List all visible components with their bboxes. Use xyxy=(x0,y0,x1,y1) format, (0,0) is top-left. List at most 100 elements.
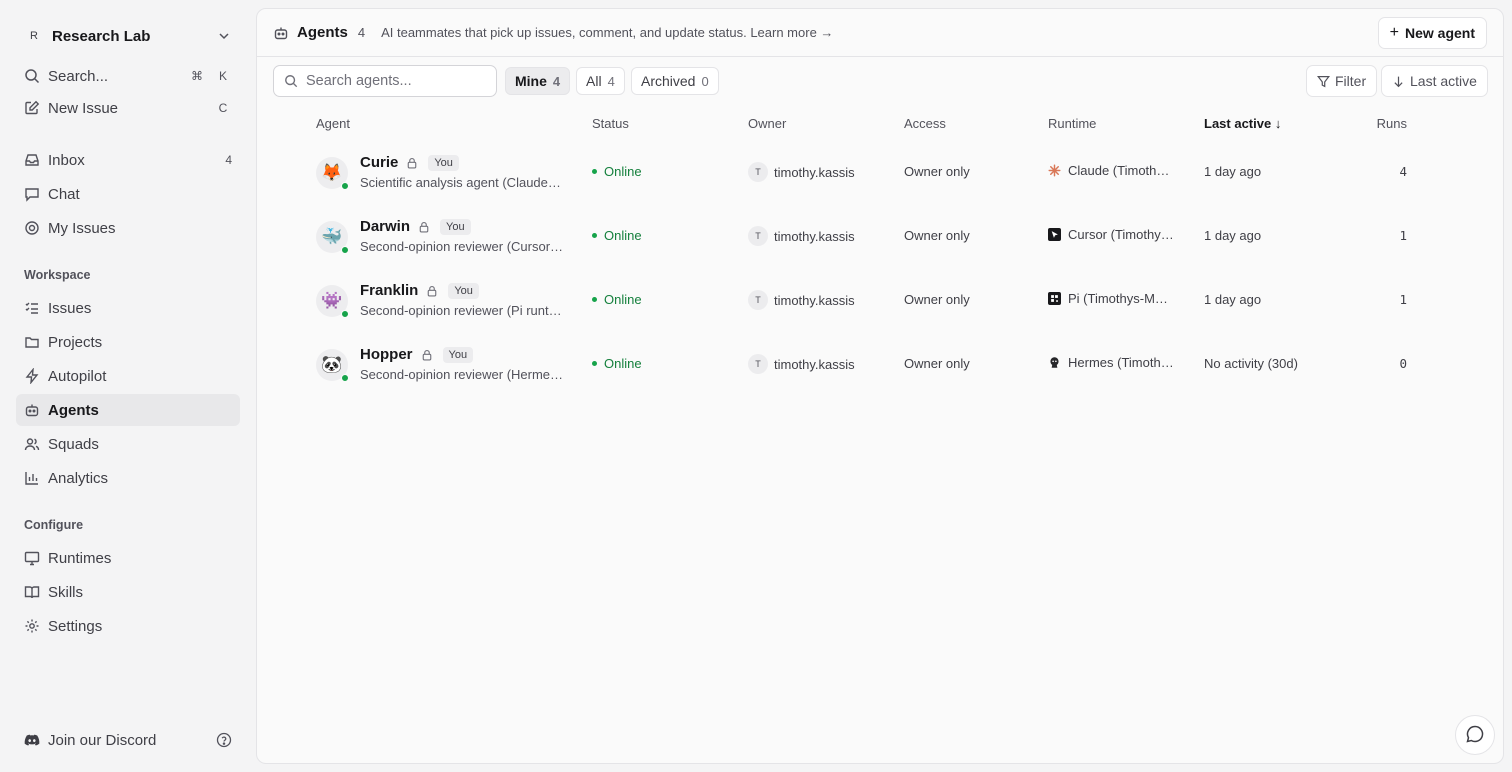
online-dot xyxy=(341,374,349,382)
book-icon xyxy=(24,584,40,600)
page-description[interactable]: AI teammates that pick up issues, commen… xyxy=(381,25,833,40)
owner-cell: Ttimothy.kassis xyxy=(748,290,855,310)
search-button[interactable]: Search... ⌘ K xyxy=(16,60,240,92)
new-agent-label: New agent xyxy=(1404,25,1475,41)
runtime-name: Hermes (Timothys-MacBook) xyxy=(1068,355,1175,370)
edit-icon xyxy=(24,100,40,116)
access-cell: Owner only xyxy=(904,292,970,307)
sidebar-item-squads[interactable]: Squads xyxy=(16,428,240,460)
sidebar-item-label: Issues xyxy=(48,299,92,317)
inbox-count: 4 xyxy=(225,153,232,167)
you-badge: You xyxy=(442,346,474,363)
agent-name: Hopper xyxy=(360,346,413,363)
access-cell: Owner only xyxy=(904,228,970,243)
page-header: Agents 4 AI teammates that pick up issue… xyxy=(257,9,1503,57)
agent-avatar: 🦊 xyxy=(316,157,349,190)
status-dot xyxy=(592,233,597,238)
table-row[interactable]: 🐼 Hopper You Second-opinion reviewer (Her… xyxy=(257,332,1503,396)
filter-tab-mine[interactable]: Mine 4 xyxy=(505,67,571,95)
list-icon xyxy=(24,300,40,316)
runtime-cell: Cursor (Timothys-MacBook) xyxy=(1048,227,1175,242)
tab-label: All xyxy=(586,73,602,89)
search-input[interactable] xyxy=(306,73,486,89)
table-row[interactable]: 👾 Franklin You Second-opinion reviewer (P… xyxy=(257,268,1503,332)
chat-icon xyxy=(24,186,40,202)
table-row[interactable]: 🐳 Darwin You Second-opinion reviewer (Cur… xyxy=(257,204,1503,268)
agent-avatar: 🐼 xyxy=(316,349,349,382)
sidebar-item-label: Squads xyxy=(48,435,99,453)
you-badge: You xyxy=(440,218,471,235)
sidebar-item-autopilot[interactable]: Autopilot xyxy=(16,360,240,392)
agent-description: Second-opinion reviewer (Cursor runtime) xyxy=(360,239,564,254)
sidebar-item-label: Inbox xyxy=(48,151,85,169)
sidebar-item-skills[interactable]: Skills xyxy=(16,576,240,608)
owner-avatar: T xyxy=(748,162,768,182)
table-row[interactable]: 🦊 Curie You Scientific analysis agent (Cl… xyxy=(257,140,1503,204)
filter-label: Filter xyxy=(1335,73,1367,89)
column-runs[interactable]: Runs xyxy=(1377,116,1407,131)
column-runtime[interactable]: Runtime xyxy=(1048,116,1096,131)
sidebar-item-agents[interactable]: Agents xyxy=(16,394,240,426)
filter-tab-all[interactable]: All 4 xyxy=(576,67,625,95)
runtime-name: Cursor (Timothys-MacBook) xyxy=(1068,227,1175,242)
agent-search[interactable] xyxy=(273,65,497,97)
sidebar-item-my-issues[interactable]: My Issues xyxy=(16,212,240,244)
discord-link[interactable]: Join our Discord xyxy=(16,724,240,756)
new-issue-button[interactable]: New Issue C xyxy=(16,92,240,124)
claude-icon xyxy=(1048,164,1061,177)
sort-label: Last active xyxy=(1410,73,1477,89)
filter-tab-archived[interactable]: Archived 0 xyxy=(631,67,719,95)
owner-name: timothy.kassis xyxy=(774,356,855,372)
chat-bubble-button[interactable] xyxy=(1455,715,1495,755)
you-badge: You xyxy=(428,154,459,171)
workspace-name: Research Lab xyxy=(52,27,151,45)
runtime-name: Claude (Timothys-MacBook) xyxy=(1068,163,1175,178)
agent-avatar: 🐳 xyxy=(316,221,349,254)
sidebar-item-settings[interactable]: Settings xyxy=(16,610,240,642)
agent-name: Darwin xyxy=(360,218,411,235)
owner-avatar: T xyxy=(748,354,768,374)
status-text: Online xyxy=(604,164,642,179)
inbox-icon xyxy=(24,152,40,168)
new-agent-button[interactable]: + New agent xyxy=(1377,17,1487,49)
column-access[interactable]: Access xyxy=(904,116,946,131)
status-text: Online xyxy=(604,292,642,307)
owner-cell: Ttimothy.kassis xyxy=(748,226,855,246)
column-last-active[interactable]: Last active ↓ xyxy=(1204,116,1281,131)
column-status[interactable]: Status xyxy=(592,116,629,131)
owner-cell: Ttimothy.kassis xyxy=(748,162,855,182)
workspace-badge: R xyxy=(30,30,38,42)
sidebar-item-projects[interactable]: Projects xyxy=(16,326,240,358)
agent-name: Curie xyxy=(360,154,399,171)
owner-name: timothy.kassis xyxy=(774,228,855,244)
sidebar-item-runtimes[interactable]: Runtimes xyxy=(16,542,240,574)
workspace-switcher[interactable]: R Research Lab xyxy=(16,20,240,52)
hermes-icon xyxy=(1048,356,1061,369)
sort-button[interactable]: Last active xyxy=(1381,65,1488,97)
column-agent[interactable]: Agent xyxy=(316,116,350,131)
filter-icon xyxy=(1317,75,1330,88)
search-icon xyxy=(284,74,298,88)
shortcut-mod: ⌘ xyxy=(191,69,203,83)
agent-description: Second-opinion reviewer (Hermes runtime) xyxy=(360,367,564,382)
last-active-cell: 1 day ago xyxy=(1204,164,1262,179)
sidebar-item-chat[interactable]: Chat xyxy=(16,178,240,210)
chart-icon xyxy=(24,470,40,486)
filter-button[interactable]: Filter xyxy=(1306,65,1378,97)
folder-icon xyxy=(24,334,40,350)
runs-cell: 1 xyxy=(1399,228,1407,243)
column-owner[interactable]: Owner xyxy=(748,116,786,131)
sidebar-item-issues[interactable]: Issues xyxy=(16,292,240,324)
sidebar-item-label: Skills xyxy=(48,583,84,601)
sidebar-item-analytics[interactable]: Analytics xyxy=(16,462,240,494)
owner-name: timothy.kassis xyxy=(774,164,855,180)
tab-label: Archived xyxy=(641,73,696,89)
last-active-cell: 1 day ago xyxy=(1204,292,1262,307)
sidebar-item-inbox[interactable]: Inbox 4 xyxy=(16,144,240,176)
tab-count: 4 xyxy=(552,73,561,89)
chevron-down-icon xyxy=(216,28,232,44)
help-icon[interactable] xyxy=(216,732,232,748)
target-icon xyxy=(24,220,40,236)
arrow-down-icon xyxy=(1392,75,1405,88)
sidebar-item-label: Agents xyxy=(48,401,99,419)
